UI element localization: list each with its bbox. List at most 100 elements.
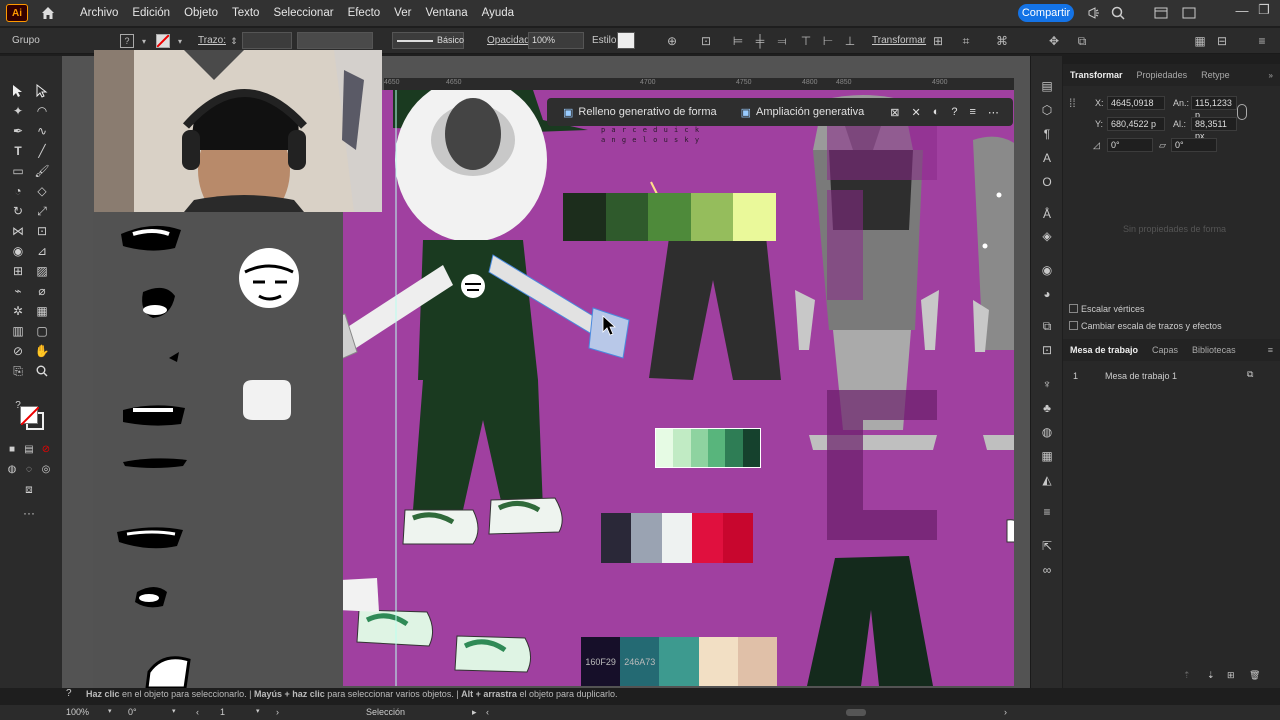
properties-panel-icon[interactable]: ▤: [1039, 78, 1055, 94]
symbol-sprayer-icon[interactable]: ✲: [9, 302, 27, 320]
brushes-icon[interactable]: ♆: [1039, 376, 1055, 392]
main-artboard[interactable]: 160F29 246A73 p a r c e d u i c k a n g …: [343, 90, 1014, 686]
minimize-icon[interactable]: —: [1234, 2, 1250, 18]
envelope-icon[interactable]: ⧉: [1074, 33, 1090, 49]
artboard-row-name[interactable]: Mesa de trabajo 1: [1105, 371, 1177, 381]
export-icon[interactable]: ⇱: [1039, 538, 1055, 554]
draw-behind-icon[interactable]: ◌: [20, 460, 38, 478]
type-tool-icon[interactable]: T: [9, 142, 27, 160]
crop-icon[interactable]: ⌘: [994, 33, 1010, 49]
palette-bottom[interactable]: 160F29 246A73: [581, 637, 778, 686]
tab-transformar[interactable]: Transformar: [1063, 70, 1130, 80]
scale-corners-checkbox[interactable]: [1069, 304, 1078, 313]
maximize-icon[interactable]: ❐: [1256, 2, 1272, 18]
align-options-icon[interactable]: ⊡: [698, 33, 714, 49]
direct-selection-tool-icon[interactable]: [33, 82, 51, 100]
align-bottom-icon[interactable]: ⊥: [842, 33, 858, 49]
search-icon[interactable]: [1110, 5, 1126, 21]
line-tool-icon[interactable]: ╱: [33, 142, 51, 160]
reference-point-icon[interactable]: ⁞⁞: [1069, 96, 1085, 116]
eyedropper-icon[interactable]: ⌁: [9, 282, 27, 300]
color-swatch[interactable]: [631, 513, 662, 563]
chevron-down-icon[interactable]: ▾: [256, 707, 260, 715]
mesh-tool-icon[interactable]: ⊞: [9, 262, 27, 280]
color-swatch[interactable]: [661, 513, 693, 563]
slice-tool-icon[interactable]: ⊘: [9, 342, 27, 360]
3d-panel-icon[interactable]: ⬡: [1039, 102, 1055, 118]
paintbrush-icon[interactable]: 🖌: [33, 162, 51, 180]
align-panel-icon[interactable]: ≡: [1039, 504, 1055, 520]
menu-texto[interactable]: Texto: [232, 7, 260, 19]
home-icon[interactable]: [38, 3, 58, 23]
chevron-down-icon[interactable]: ▾: [108, 707, 112, 715]
prev-artboard-icon[interactable]: ‹: [196, 707, 199, 717]
graph-tool-icon[interactable]: ▦: [33, 302, 51, 320]
y-input[interactable]: 680,4522 p: [1107, 117, 1165, 131]
color-swatch[interactable]: [690, 429, 708, 467]
puppet-warp-icon[interactable]: ✥: [1046, 33, 1062, 49]
pen-tool-icon[interactable]: ✒: [9, 122, 27, 140]
rotate-input[interactable]: 0°: [1107, 138, 1153, 152]
mouth-shapes-artwork[interactable]: [93, 212, 343, 690]
variable-width-profile[interactable]: [297, 32, 373, 49]
links-icon[interactable]: ⧉: [1039, 318, 1055, 334]
style-swatch[interactable]: [617, 32, 635, 49]
move-down-icon[interactable]: ⇣: [1207, 670, 1215, 681]
eraser-icon[interactable]: ◇: [33, 182, 51, 200]
tab-capas[interactable]: Capas: [1145, 345, 1185, 355]
color-swatch[interactable]: [648, 193, 691, 241]
symbols-icon[interactable]: ♣: [1039, 400, 1055, 416]
color-swatch[interactable]: [690, 193, 734, 241]
opacity-label[interactable]: Opacidad:: [487, 35, 533, 46]
gradient-icon[interactable]: ▦: [1039, 448, 1055, 464]
panel-toggle-icon[interactable]: ⊟: [1214, 33, 1230, 49]
color-swatch[interactable]: [742, 429, 760, 467]
shear-input[interactable]: 0°: [1171, 138, 1217, 152]
arrange-icon[interactable]: ▦: [1192, 33, 1208, 49]
swatches-icon[interactable]: ◕: [1039, 286, 1055, 302]
generative-expand-button[interactable]: ▣ Ampliación generativa: [735, 101, 871, 123]
tab-mesa-de-trabajo[interactable]: Mesa de trabajo: [1063, 345, 1145, 355]
shape-builder-icon[interactable]: ◉: [9, 242, 27, 260]
color-icon[interactable]: ◉: [1039, 262, 1055, 278]
workspace-icon[interactable]: [1153, 5, 1169, 21]
color-swatch[interactable]: [692, 513, 723, 563]
selection-tool-icon[interactable]: [9, 82, 27, 100]
hand-tool-icon[interactable]: ✋: [33, 342, 51, 360]
tab-propiedades[interactable]: Propiedades: [1130, 70, 1195, 80]
menu-ver[interactable]: Ver: [394, 7, 411, 19]
menu-edicion[interactable]: Edición: [132, 7, 170, 19]
arrange-documents-icon[interactable]: [1181, 5, 1197, 21]
fill-stroke-swatches[interactable]: [20, 406, 46, 432]
panel-menu-icon[interactable]: ≡: [1261, 345, 1280, 355]
none-mode-icon[interactable]: ⊘: [37, 440, 55, 458]
panel-collapse-icon[interactable]: »: [1262, 71, 1280, 80]
shaper-tool-icon[interactable]: ◔: [9, 182, 27, 200]
artboard-number-field[interactable]: 1: [220, 707, 225, 717]
help-icon[interactable]: ?: [945, 101, 963, 123]
color-swatch[interactable]: [601, 513, 632, 563]
recolor-icon[interactable]: ◐: [927, 101, 946, 123]
height-input[interactable]: 88,3511 px: [1191, 117, 1237, 141]
scale-tool-icon[interactable]: ⤢: [33, 202, 51, 220]
palette-mint[interactable]: [655, 428, 761, 468]
color-swatch[interactable]: [673, 429, 691, 467]
rectangle-tool-icon[interactable]: ▭: [9, 162, 27, 180]
share-button[interactable]: Compartir: [1018, 4, 1074, 22]
perspective-grid-icon[interactable]: ⊿: [33, 242, 51, 260]
isolate-icon[interactable]: ⊞: [930, 33, 946, 49]
stroke-label[interactable]: Trazo:: [198, 35, 226, 46]
color-swatch[interactable]: [707, 429, 726, 467]
tab-retype[interactable]: Retype: [1194, 70, 1237, 80]
rotation-value[interactable]: 0°: [128, 707, 137, 717]
transform-each-icon[interactable]: ✕: [905, 101, 926, 123]
color-swatch[interactable]: [725, 429, 743, 467]
play-icon[interactable]: ▸: [472, 707, 477, 718]
align-center-icon[interactable]: ╪: [752, 33, 768, 49]
warp-icon[interactable]: ⌗: [958, 33, 974, 49]
artboard-tool-icon[interactable]: ▢: [33, 322, 51, 340]
hamburger-icon[interactable]: ≡: [963, 101, 981, 123]
current-tool[interactable]: Selección: [366, 707, 405, 717]
artboard-options-icon[interactable]: ⧉: [1247, 369, 1253, 380]
scale-strokes-checkbox[interactable]: [1069, 321, 1078, 330]
